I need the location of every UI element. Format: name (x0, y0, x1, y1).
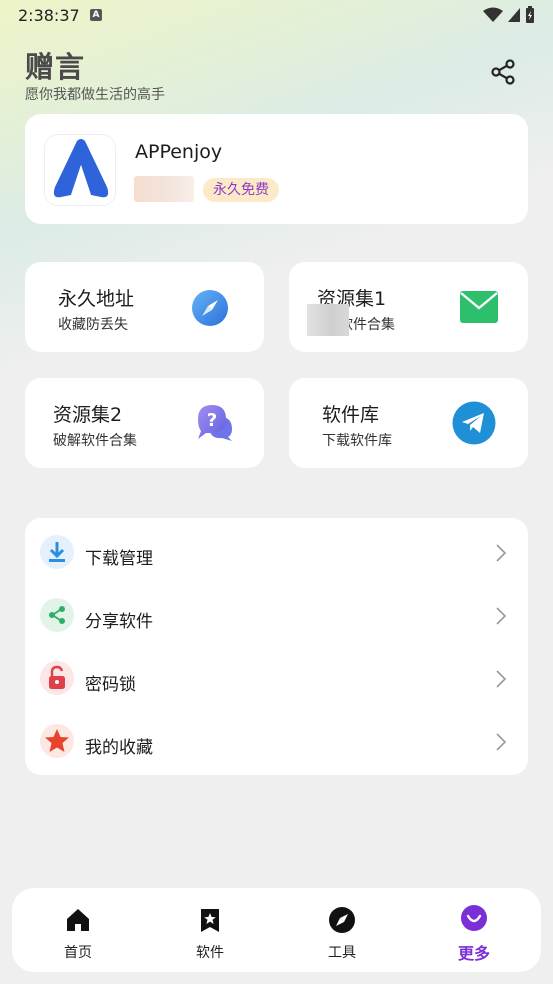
status-time: 2:38:37 (18, 6, 80, 25)
nav-label: 更多 (457, 944, 490, 963)
free-badge: 永久免费 (203, 178, 279, 202)
nav-tools[interactable]: 工具 (292, 888, 392, 972)
menu-item-share-software[interactable]: 分享软件 (25, 585, 528, 648)
app-card[interactable]: APPenjoy 永久免费 (25, 114, 528, 224)
nav-label: 软件 (196, 945, 224, 961)
star-icon-wrap (40, 724, 74, 758)
menu-label: 下载管理 (85, 549, 153, 569)
home-icon (67, 909, 89, 931)
lock-icon-wrap (40, 661, 74, 695)
tile-subtitle: 破解软件合集 (53, 433, 137, 449)
star-icon (45, 729, 69, 752)
nav-more[interactable]: 更多 (424, 888, 524, 972)
chevron-right-icon (496, 670, 507, 688)
tile-permanent-address[interactable]: 永久地址 收藏防丢失 (25, 262, 264, 352)
tile-subtitle: 收藏防丢失 (58, 317, 128, 333)
page-title: 赠言 (25, 50, 86, 84)
share-icon (491, 59, 515, 85)
blurred-text (307, 304, 349, 336)
question-chat-icon: ? (198, 405, 232, 441)
status-icons (483, 6, 535, 24)
status-bar: 2:38:37 A (0, 0, 553, 30)
notification-a-icon: A (90, 9, 102, 21)
menu-card: 下载管理 分享软件 密码锁 我的收藏 (25, 518, 528, 775)
menu-item-download-manager[interactable]: 下载管理 (25, 522, 528, 585)
app-name: APPenjoy (135, 141, 223, 163)
tile-software-library[interactable]: 软件库 下载软件库 (289, 378, 528, 468)
page-subtitle: 愿你我都做生活的高手 (25, 87, 165, 103)
tile-resource-2[interactable]: 资源集2 破解软件合集 ? (25, 378, 264, 468)
bottom-nav: 首页 软件 工具 更多 (12, 888, 541, 972)
tile-subtitle: 下载软件库 (322, 433, 392, 449)
compass-icon (192, 290, 228, 326)
compass-icon (329, 907, 355, 933)
lock-icon (49, 665, 65, 689)
nav-label: 工具 (328, 945, 356, 961)
wifi-icon (483, 7, 503, 22)
bookmark-star-icon (201, 909, 219, 932)
app-logo (44, 134, 116, 206)
svg-text:?: ? (207, 410, 217, 431)
nav-home[interactable]: 首页 (28, 888, 128, 972)
tile-title: 资源集2 (53, 404, 123, 426)
download-icon (49, 542, 65, 562)
share-icon (49, 606, 65, 624)
chevron-right-icon (496, 607, 507, 625)
share-button[interactable] (490, 58, 518, 86)
tile-title: 永久地址 (58, 288, 135, 310)
tile-resource-1[interactable]: 资源集1 软件合集 (289, 262, 528, 352)
blurred-text (134, 176, 194, 202)
tile-title: 软件库 (322, 404, 380, 426)
menu-label: 分享软件 (85, 612, 153, 632)
smile-icon (461, 905, 487, 931)
menu-item-my-favorites[interactable]: 我的收藏 (25, 711, 528, 774)
nav-label: 首页 (64, 945, 92, 961)
chevron-right-icon (496, 544, 507, 562)
mail-icon (460, 291, 498, 323)
menu-label: 密码锁 (85, 675, 136, 695)
chevron-right-icon (496, 733, 507, 751)
share-icon-wrap (40, 598, 74, 632)
menu-label: 我的收藏 (85, 738, 153, 758)
menu-item-password-lock[interactable]: 密码锁 (25, 648, 528, 711)
battery-icon (526, 6, 534, 23)
signal-icon (508, 8, 520, 22)
app-logo-icon (53, 139, 109, 203)
telegram-icon (452, 401, 496, 445)
nav-software[interactable]: 软件 (160, 888, 260, 972)
download-icon-wrap (40, 535, 74, 569)
